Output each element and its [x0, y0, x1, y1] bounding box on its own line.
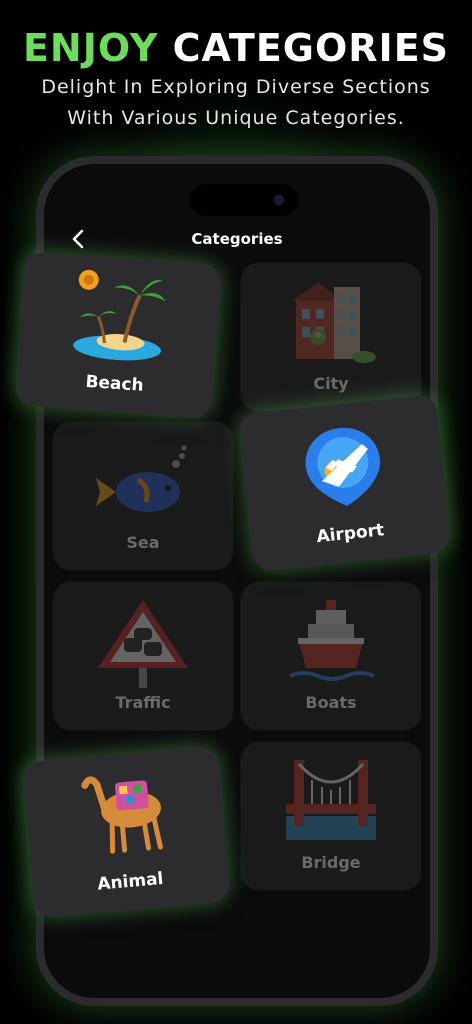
- headline-accent: ENJOY: [22, 26, 159, 70]
- category-card-city[interactable]: City: [241, 263, 421, 411]
- category-label: Sea: [126, 533, 160, 552]
- promo-stage: ENJOY CATEGORIES Delight In Exploring Di…: [0, 0, 472, 1024]
- promo-headline: ENJOY CATEGORIES: [0, 26, 472, 70]
- promo-subtitle-line2: With Various Unique Categories.: [67, 107, 405, 129]
- category-label: Beach: [84, 371, 145, 396]
- category-label: Airport: [315, 520, 386, 548]
- bridge-icon: [286, 760, 376, 840]
- city-building-icon: [292, 283, 376, 363]
- category-label: Bridge: [301, 853, 361, 872]
- headline-rest: CATEGORIES: [172, 26, 450, 70]
- category-label: City: [313, 374, 349, 393]
- fish-icon: [96, 445, 187, 512]
- category-label: Traffic: [115, 693, 171, 712]
- ship-icon: [289, 600, 375, 681]
- category-card-traffic[interactable]: Traffic: [53, 582, 233, 730]
- camel-icon: [81, 776, 163, 854]
- promo-subtitle-line1: Delight In Exploring Diverse Sections: [41, 76, 431, 98]
- beach-island-icon: [73, 269, 166, 361]
- traffic-sign-icon: [98, 600, 188, 688]
- airplane-pin-icon: [305, 428, 380, 506]
- camera-icon: [274, 195, 284, 205]
- category-card-animal[interactable]: Animal: [21, 745, 231, 919]
- category-card-beach[interactable]: Beach: [14, 251, 222, 419]
- category-card-sea[interactable]: Sea: [53, 422, 233, 570]
- category-card-bridge[interactable]: Bridge: [241, 742, 421, 890]
- dynamic-island: [190, 184, 298, 216]
- category-label: Boats: [305, 693, 357, 712]
- page-title: Categories: [191, 230, 283, 248]
- category-label: Animal: [96, 868, 165, 895]
- category-card-airport[interactable]: Airport: [238, 394, 452, 572]
- category-card-boats[interactable]: Boats: [241, 582, 421, 730]
